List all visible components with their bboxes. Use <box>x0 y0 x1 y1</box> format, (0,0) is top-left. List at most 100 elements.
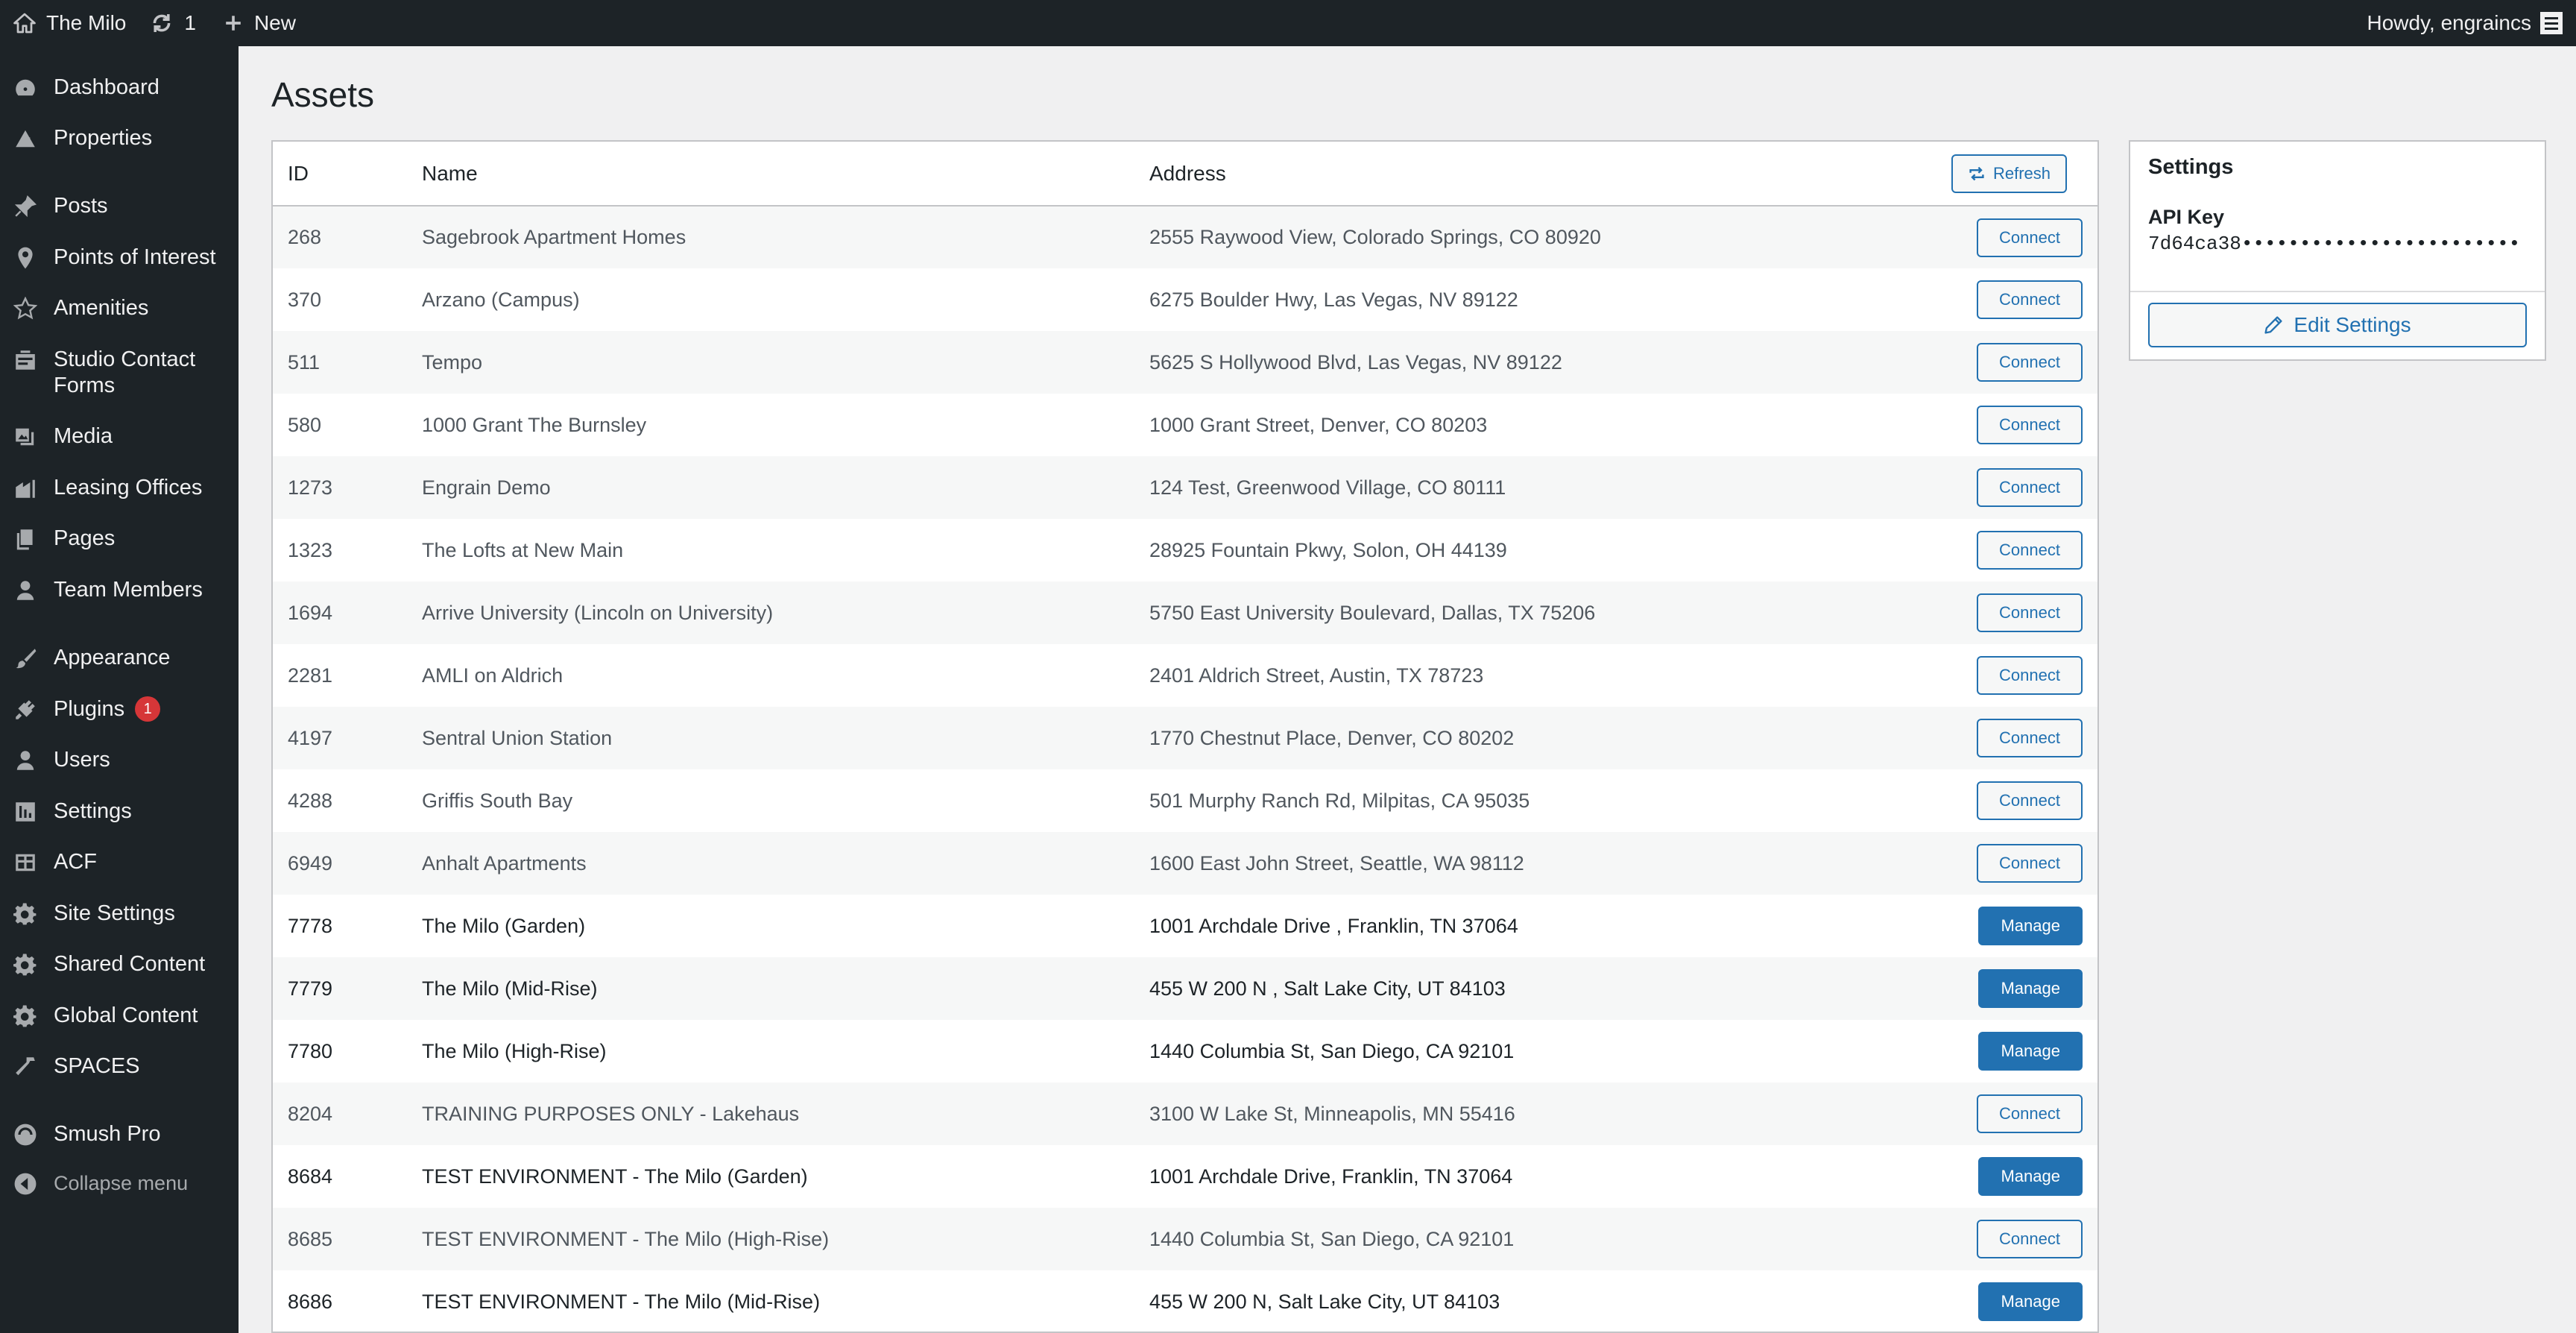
cell-address: 1600 East John Street, Seattle, WA 98112 <box>1149 851 1524 875</box>
menu-label: Amenities <box>54 296 149 320</box>
menu-label: Plugins <box>54 697 125 721</box>
cell-action: Connect <box>1951 268 2097 331</box>
menu-item-plugins[interactable]: Plugins 1 <box>0 696 239 723</box>
cell-address: 455 W 200 N, Salt Lake City, UT 84103 <box>1149 1290 1500 1313</box>
column-header-id[interactable]: ID <box>273 142 422 206</box>
menu-item-dashboard[interactable]: Dashboard <box>0 75 239 101</box>
menu-label: SPACES <box>54 1054 140 1078</box>
menu-label: Global Content <box>54 1003 198 1027</box>
smush-icon <box>12 1121 39 1148</box>
manage-button[interactable]: Manage <box>1978 969 2083 1008</box>
menu-item-acf[interactable]: ACF <box>0 849 239 876</box>
menu-item-global-content[interactable]: Global Content <box>0 1003 239 1030</box>
connect-button[interactable]: Connect <box>1977 1094 2083 1133</box>
my-account-link[interactable]: Howdy, engraincs <box>2367 0 2563 46</box>
pencil-icon <box>2264 316 2282 334</box>
menu-item-media[interactable]: Media <box>0 423 239 450</box>
menu-item-team-members[interactable]: Team Members <box>0 577 239 604</box>
greeting: Howdy, engraincs <box>2367 11 2531 34</box>
cell-name: The Milo (High-Rise) <box>422 1039 607 1062</box>
connect-button[interactable]: Connect <box>1977 218 2083 257</box>
cell-id: 8684 <box>288 1165 333 1188</box>
manage-button[interactable]: Manage <box>1978 1032 2083 1071</box>
cell-address: 6275 Boulder Hwy, Las Vegas, NV 89122 <box>1149 288 1518 311</box>
cell-action: Connect <box>1951 456 2097 519</box>
menu-label: Team Members <box>54 578 203 602</box>
connect-button[interactable]: Connect <box>1977 406 2083 444</box>
edit-settings-button[interactable]: Edit Settings <box>2148 303 2527 347</box>
cell-address: 2401 Aldrich Street, Austin, TX 78723 <box>1149 664 1484 687</box>
site-name: The Milo <box>46 11 127 34</box>
column-header-address[interactable]: Address <box>1149 142 1951 206</box>
menu-item-properties[interactable]: Properties <box>0 125 239 152</box>
properties-icon <box>12 125 39 152</box>
cell-name: Arzano (Campus) <box>422 288 580 311</box>
cell-id: 7778 <box>288 914 333 937</box>
gear-icon <box>12 951 39 978</box>
cell-address: 1001 Archdale Drive , Franklin, TN 37064 <box>1149 914 1518 937</box>
table-row: 8686 TEST ENVIRONMENT - The Milo (Mid-Ris… <box>273 1270 2097 1332</box>
menu-item-spaces[interactable]: SPACES <box>0 1053 239 1080</box>
menu-item-smush-pro[interactable]: Smush Pro <box>0 1121 239 1148</box>
menu-label: Appearance <box>54 646 171 669</box>
connect-button[interactable]: Connect <box>1977 656 2083 695</box>
connect-button[interactable]: Connect <box>1977 1220 2083 1258</box>
refresh-button[interactable]: Refresh <box>1951 154 2068 193</box>
connect-button[interactable]: Connect <box>1977 719 2083 757</box>
menu-item-appearance[interactable]: Appearance <box>0 645 239 672</box>
cell-id: 7780 <box>288 1039 333 1062</box>
column-header-name[interactable]: Name <box>422 142 1149 206</box>
table-row: 6949 Anhalt Apartments 1600 East John Stre… <box>273 832 2097 895</box>
menu-label: Pages <box>54 526 116 550</box>
cell-name: The Milo (Garden) <box>422 914 586 937</box>
menu-item-shared-content[interactable]: Shared Content <box>0 951 239 978</box>
connect-button[interactable]: Connect <box>1977 531 2083 570</box>
menu-item-amenities[interactable]: Amenities <box>0 295 239 322</box>
menu-label: Settings <box>54 799 132 823</box>
manage-button[interactable]: Manage <box>1978 907 2083 945</box>
cell-action: Connect <box>1951 644 2097 707</box>
table-row: 7778 The Milo (Garden) 1001 Archdale Drive… <box>273 895 2097 957</box>
menu-item-pages[interactable]: Pages <box>0 526 239 552</box>
updates-link[interactable]: 1 <box>150 0 196 46</box>
collapse-menu-button[interactable]: Collapse menu <box>0 1170 239 1197</box>
gear-icon <box>12 1003 39 1030</box>
manage-button[interactable]: Manage <box>1978 1282 2083 1321</box>
manage-button[interactable]: Manage <box>1978 1157 2083 1196</box>
table-row: 268 Sagebrook Apartment Homes 2555 Raywood… <box>273 206 2097 268</box>
menu-item-points-of-interest[interactable]: Points of Interest <box>0 245 239 271</box>
new-content-link[interactable]: New <box>223 0 296 46</box>
menu-item-settings[interactable]: Settings <box>0 798 239 825</box>
cell-name: Tempo <box>422 350 483 374</box>
menu-item-posts[interactable]: Posts <box>0 193 239 220</box>
cell-action: Manage <box>1951 1020 2097 1083</box>
connect-button[interactable]: Connect <box>1977 781 2083 820</box>
site-name-link[interactable]: The Milo <box>13 0 126 46</box>
cell-action: Manage <box>1951 895 2097 957</box>
cell-action: Connect <box>1951 707 2097 769</box>
plus-icon <box>223 13 244 34</box>
connect-button[interactable]: Connect <box>1977 593 2083 632</box>
menu-item-users[interactable]: Users <box>0 747 239 774</box>
refresh-updates-icon <box>150 11 174 35</box>
table-row: 370 Arzano (Campus) 6275 Boulder Hwy, Las … <box>273 268 2097 331</box>
cell-name: TRAINING PURPOSES ONLY - Lakehaus <box>422 1102 800 1125</box>
connect-button[interactable]: Connect <box>1977 844 2083 883</box>
connect-button[interactable]: Connect <box>1977 468 2083 507</box>
collapse-label: Collapse menu <box>54 1172 189 1194</box>
page-title: Assets <box>271 75 375 114</box>
menu-item-studio-contact-forms[interactable]: Studio Contact Forms <box>0 347 239 399</box>
menu-label: Shared Content <box>54 952 206 976</box>
connect-button[interactable]: Connect <box>1977 343 2083 382</box>
menu-item-site-settings[interactable]: Site Settings <box>0 901 239 927</box>
plugins-update-badge: 1 <box>135 696 161 722</box>
home-icon <box>13 12 36 34</box>
menu-item-leasing-offices[interactable]: Leasing Offices <box>0 475 239 502</box>
connect-button[interactable]: Connect <box>1977 280 2083 319</box>
dashboard-icon <box>12 75 39 101</box>
menu-label: Leasing Offices <box>54 476 203 500</box>
cell-id: 7779 <box>288 977 333 1000</box>
forms-icon <box>12 347 39 374</box>
cell-action: Connect <box>1951 1083 2097 1145</box>
cell-action: Manage <box>1951 1270 2097 1332</box>
